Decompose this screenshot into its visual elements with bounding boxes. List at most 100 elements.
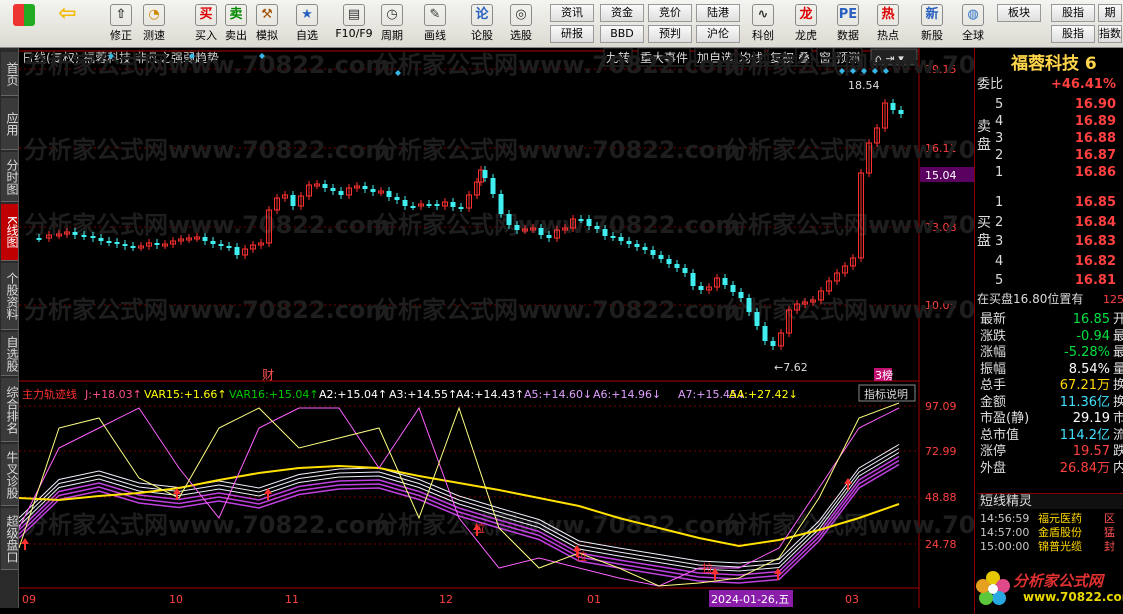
left-tab-2[interactable]: 分时图 <box>1 152 19 202</box>
candle-body <box>546 235 552 238</box>
toolbar-btn-16[interactable]: ◍ 全球 <box>958 2 988 46</box>
indicator-level: 97.09 <box>925 400 957 413</box>
left-tab-4[interactable]: 个股资料 <box>1 263 19 330</box>
stat-row: 涨停 19.57 跌 <box>978 444 1123 460</box>
toolbar-btn-5[interactable]: ★ 自选 <box>292 2 322 46</box>
quick-btn-竞价[interactable]: 竞价 <box>648 4 692 22</box>
candle-body <box>482 170 488 178</box>
candle-body <box>410 206 416 208</box>
candle-body <box>402 200 408 206</box>
left-tab-8[interactable]: 超级盘口 <box>1 508 19 570</box>
indicator-level: 48.88 <box>925 491 957 504</box>
quick-btn-板块[interactable]: 板块 <box>997 4 1041 22</box>
kline-chart[interactable]: 19.1516.1113.0810.0515.04日线(复权) 福蓉科技 非凡之… <box>19 48 974 608</box>
stat-row: 涨跌 -0.94 最 <box>978 329 1123 345</box>
stat-tail: 市 <box>1112 411 1123 426</box>
quick-btn2-研报[interactable]: 研报 <box>550 25 594 43</box>
signal-label: 拉 <box>474 521 485 535</box>
toolbar-btn-0[interactable]: ⇧ 修正 <box>106 2 136 46</box>
toolbar-label: 修正 <box>110 29 132 42</box>
candle-body <box>98 238 104 241</box>
stat-tail: 最 <box>1112 345 1123 360</box>
elf-row[interactable]: 15:00:00 锦普光缆 封 <box>978 540 1123 554</box>
elf-row[interactable]: 14:57:00 金盾股份 猛 <box>978 526 1123 540</box>
left-tab-6[interactable]: 综合排名 <box>1 378 19 442</box>
stat-tail: 跌 <box>1112 444 1123 459</box>
toolbar-btn-9[interactable]: 论论股 <box>467 2 497 46</box>
level-num: 4 <box>995 114 1004 129</box>
elf-title-row[interactable]: 短线精灵 <box>978 493 1123 509</box>
level-num: 5 <box>995 273 1004 288</box>
indicator-value: A5:+14.60↓ <box>524 388 592 401</box>
candle-body <box>610 236 616 238</box>
stat-label: 振幅 <box>980 361 1007 377</box>
logo-text: 分析家公式网 <box>1013 572 1104 590</box>
cursor-date: 2024-01-26,五 <box>711 593 789 606</box>
toolbar-btn-15[interactable]: 新新股 <box>917 2 947 46</box>
candle-body <box>690 273 696 286</box>
candle-body <box>626 241 632 244</box>
app-grid-icon[interactable] <box>9 2 38 46</box>
sell-level-5: 5 16.90 <box>975 96 1123 113</box>
toolbar-label: 全球 <box>962 29 984 42</box>
candle-body <box>746 298 752 312</box>
quick-btn-陆港[interactable]: 陆港 <box>696 4 740 22</box>
left-tab-0[interactable]: 首页 <box>1 52 19 96</box>
flower-logo-icon <box>976 571 1010 605</box>
toolbar-btn-11[interactable]: ∿ 科创 <box>748 2 778 46</box>
left-tab-7[interactable]: 牛叉诊股 <box>1 444 19 506</box>
toolbar-btn-6[interactable]: ▤ F10/F9 <box>333 2 375 46</box>
x-axis-label: 11 <box>285 593 299 606</box>
toolbar-btn-3[interactable]: 卖卖出 <box>221 2 251 46</box>
candle-body <box>770 341 776 346</box>
quick-btn2-预判[interactable]: 预判 <box>648 25 692 43</box>
toolbar-btn-14[interactable]: 热热点 <box>873 2 903 46</box>
quick-btn-extra[interactable]: 期 <box>1098 4 1122 22</box>
quick-btn-资金[interactable]: 资金 <box>600 4 644 22</box>
elf-row[interactable]: 14:56:59 福元医药 区 <box>978 512 1123 526</box>
toolbar-btn-13[interactable]: PE 数据 <box>833 2 863 46</box>
indicator-value: A6:+14.96↓ <box>593 388 661 401</box>
level-price: 16.84 <box>1074 214 1116 230</box>
stat-row: 总手 67.21万换 <box>978 378 1123 394</box>
buy-note: 在买盘16.80位置有 <box>977 292 1084 306</box>
toolbar-label: 模拟 <box>256 29 278 42</box>
quick-btn-资讯[interactable]: 资讯 <box>550 4 594 22</box>
quick-btn2-BBD[interactable]: BBD <box>600 25 644 43</box>
buy-note-num: 125 <box>1103 293 1123 306</box>
toolbar-btn-8[interactable]: ✎ 画线 <box>420 2 450 46</box>
stat-label: 金额 <box>980 394 1007 410</box>
stat-tail: 内 <box>1112 460 1123 476</box>
event-mark[interactable]: 财 <box>262 368 274 382</box>
candle-body <box>762 326 768 341</box>
left-tab-3[interactable]: K线图 <box>1 204 19 261</box>
toolbar-btn-1[interactable]: ◔ 测速 <box>139 2 169 46</box>
quick-btn2-沪伦[interactable]: 沪伦 <box>696 25 740 43</box>
back-arrow-icon[interactable]: ⇦ <box>53 2 82 46</box>
candle-body <box>330 188 336 191</box>
sell-level-2: 2 16.87 <box>975 147 1123 164</box>
watermark: 分析家公式网www.70822.com <box>24 136 390 164</box>
toolbar-btn-4[interactable]: ⚒ 模拟 <box>252 2 282 46</box>
toolbar-btn-12[interactable]: 龙龙虎 <box>791 2 821 46</box>
level-num: 2 <box>995 214 1004 230</box>
elf-tag: 封 <box>1104 540 1115 553</box>
candle-body <box>698 286 704 290</box>
toolbar-label: 画线 <box>424 29 446 42</box>
left-tab-1[interactable]: 应用 <box>1 98 19 150</box>
candle-body <box>338 191 344 195</box>
toolbar-btn-7[interactable]: ◷ 周期 <box>377 2 407 46</box>
quick-btn2-股指[interactable]: 股指 <box>1051 25 1095 43</box>
toolbar-btn-10[interactable]: ◎ 选股 <box>506 2 536 46</box>
level-price: 16.81 <box>1074 273 1116 288</box>
left-tab-5[interactable]: 自选股 <box>1 332 19 376</box>
sell-level-4: 4 16.89 <box>975 113 1123 130</box>
toolbar-btn-2[interactable]: 买买入 <box>191 2 221 46</box>
quick-btn-股指[interactable]: 股指 <box>1051 4 1095 22</box>
quick-btn-extra2[interactable]: 指数 <box>1098 25 1122 43</box>
event-mark[interactable]: 3榜 <box>875 368 893 382</box>
toolbar-label: 龙虎 <box>795 29 817 42</box>
indicator-value: A2:+15.04↑ <box>319 388 387 401</box>
sell-level-3: 3 16.88 <box>975 130 1123 147</box>
stat-row: 金额 11.36亿换 <box>978 395 1123 411</box>
